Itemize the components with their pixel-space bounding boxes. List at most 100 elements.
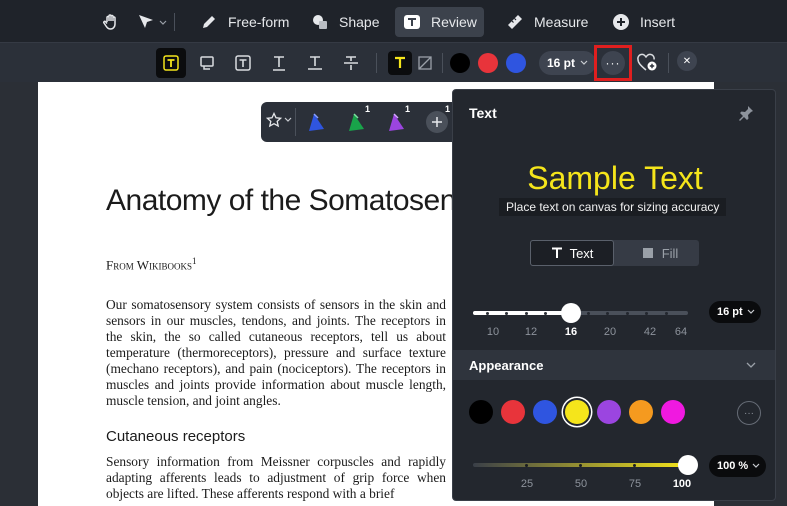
byline-text: From Wikibooks	[106, 257, 193, 273]
slider-tick	[486, 311, 489, 315]
favorite-styles-bar: 1 1 1	[261, 102, 458, 142]
ruler-icon	[506, 13, 524, 31]
font-size-value: 16 pt	[717, 306, 743, 318]
slider-tick	[544, 311, 547, 315]
chevron-down-icon	[159, 14, 167, 30]
palette-color-magenta[interactable]	[661, 400, 685, 424]
select-tool-button[interactable]	[137, 7, 167, 37]
slider-tick	[505, 311, 508, 315]
plus-circle-icon	[612, 13, 630, 31]
slider-tick	[525, 311, 528, 315]
size-tick-label: 64	[674, 326, 688, 338]
color-swatch-red[interactable]	[478, 53, 498, 73]
size-tick-label: 16	[564, 326, 578, 338]
add-favorite-style-button[interactable]	[632, 48, 662, 78]
underline-tool-button[interactable]	[300, 48, 330, 78]
opacity-slider-handle[interactable]	[678, 455, 698, 475]
size-tick-label: 42	[643, 326, 657, 338]
highlighter-blue-icon	[309, 113, 324, 131]
text-color-icon	[395, 56, 405, 68]
ellipsis-icon: ···	[744, 407, 754, 419]
toolbar-divider	[174, 13, 175, 31]
palette-color-black[interactable]	[469, 400, 493, 424]
size-tick-label: 12	[524, 326, 538, 338]
more-colors-button[interactable]: ···	[737, 401, 761, 425]
color-swatch-black[interactable]	[450, 53, 470, 73]
chevron-down-icon	[580, 60, 588, 65]
tab-review[interactable]: Review	[395, 7, 484, 37]
tab-review-label: Review	[431, 14, 477, 30]
favorites-dropdown[interactable]	[266, 112, 292, 128]
slider-tick	[633, 463, 636, 467]
star-icon	[266, 112, 282, 128]
favorite-style-green[interactable]	[345, 110, 369, 134]
insert-text-tool-button[interactable]	[264, 48, 294, 78]
close-toolbar-button[interactable]: ✕	[677, 51, 697, 71]
tab-free-form[interactable]: Free-form	[200, 7, 289, 37]
sizing-hint: Place text on canvas for sizing accuracy	[499, 198, 727, 216]
tab-shape[interactable]: Shape	[311, 7, 379, 37]
callout-icon	[200, 56, 214, 70]
slider-tick	[626, 311, 629, 315]
more-options-button[interactable]: ···	[594, 45, 632, 81]
palette-color-yellow[interactable]	[565, 400, 589, 424]
font-size-slider-handle[interactable]	[561, 303, 581, 323]
chevron-down-icon	[747, 309, 755, 314]
opacity-tick-label: 50	[574, 478, 588, 490]
tab-shape-label: Shape	[339, 14, 380, 30]
favorite-style-purple[interactable]	[385, 110, 409, 134]
text-icon	[551, 247, 562, 258]
opacity-tick-label: 25	[520, 478, 534, 490]
fill-square-icon	[642, 248, 653, 258]
toolbar-divider	[376, 53, 377, 73]
app-root: Free-form Shape Review Measure Insert 16…	[0, 0, 787, 506]
document-paragraph: Our somatosensory system consists of sen…	[106, 297, 446, 408]
tab-measure[interactable]: Measure	[506, 7, 588, 37]
tab-fill-label: Fill	[661, 245, 679, 261]
plus-icon	[432, 117, 442, 127]
tab-insert[interactable]: Insert	[612, 7, 675, 37]
color-swatch-blue[interactable]	[506, 53, 526, 73]
sample-text-preview: Sample Text	[527, 160, 703, 196]
pan-tool-button[interactable]	[102, 7, 130, 37]
tab-text-label: Text	[569, 245, 594, 261]
palette-color-purple[interactable]	[597, 400, 621, 424]
pin-icon	[739, 106, 753, 121]
close-icon: ✕	[682, 55, 692, 67]
callout-tool-button[interactable]	[192, 48, 222, 78]
free-text-icon	[163, 55, 179, 71]
favorite-style-blue[interactable]	[305, 110, 329, 134]
font-size-dropdown[interactable]: 16 pt	[539, 51, 597, 75]
tab-measure-label: Measure	[534, 14, 589, 30]
slider-tick	[579, 463, 582, 467]
add-favorite-button[interactable]	[426, 111, 448, 133]
section-heading: Cutaneous receptors	[106, 428, 246, 445]
appearance-section-header[interactable]: Appearance	[453, 350, 775, 380]
font-size-value-dropdown[interactable]: 16 pt	[709, 301, 761, 323]
opacity-value-dropdown[interactable]: 100 %	[709, 455, 767, 477]
text-fill-toggle: Text Fill	[530, 240, 699, 266]
tab-text[interactable]: Text	[530, 240, 614, 266]
pin-panel-button[interactable]	[737, 104, 755, 122]
slider-tick	[587, 311, 590, 315]
tab-fill[interactable]: Fill	[622, 240, 699, 266]
free-text-tool-button[interactable]	[156, 48, 186, 78]
review-toolbar: 16 pt ···	[0, 42, 787, 82]
opacity-tick-label: 75	[628, 478, 642, 490]
chevron-down-icon	[746, 362, 756, 368]
main-toolbar: Free-form Shape Review Measure Insert	[0, 0, 787, 42]
underline-icon	[308, 56, 322, 70]
text-color-mode-button[interactable]	[388, 51, 412, 75]
palette-color-red[interactable]	[501, 400, 525, 424]
highlighter-purple-icon	[389, 113, 404, 131]
tab-insert-label: Insert	[640, 14, 676, 30]
text-box-tool-button[interactable]	[228, 48, 258, 78]
no-fill-icon	[418, 56, 432, 70]
fill-color-mode-button[interactable]	[414, 51, 436, 75]
slider-tick	[606, 311, 609, 315]
palette-color-blue[interactable]	[533, 400, 557, 424]
chevron-down-icon	[752, 463, 760, 468]
palette-color-orange[interactable]	[629, 400, 653, 424]
strikethrough-tool-button[interactable]	[336, 48, 366, 78]
style-count: 1	[445, 104, 451, 114]
